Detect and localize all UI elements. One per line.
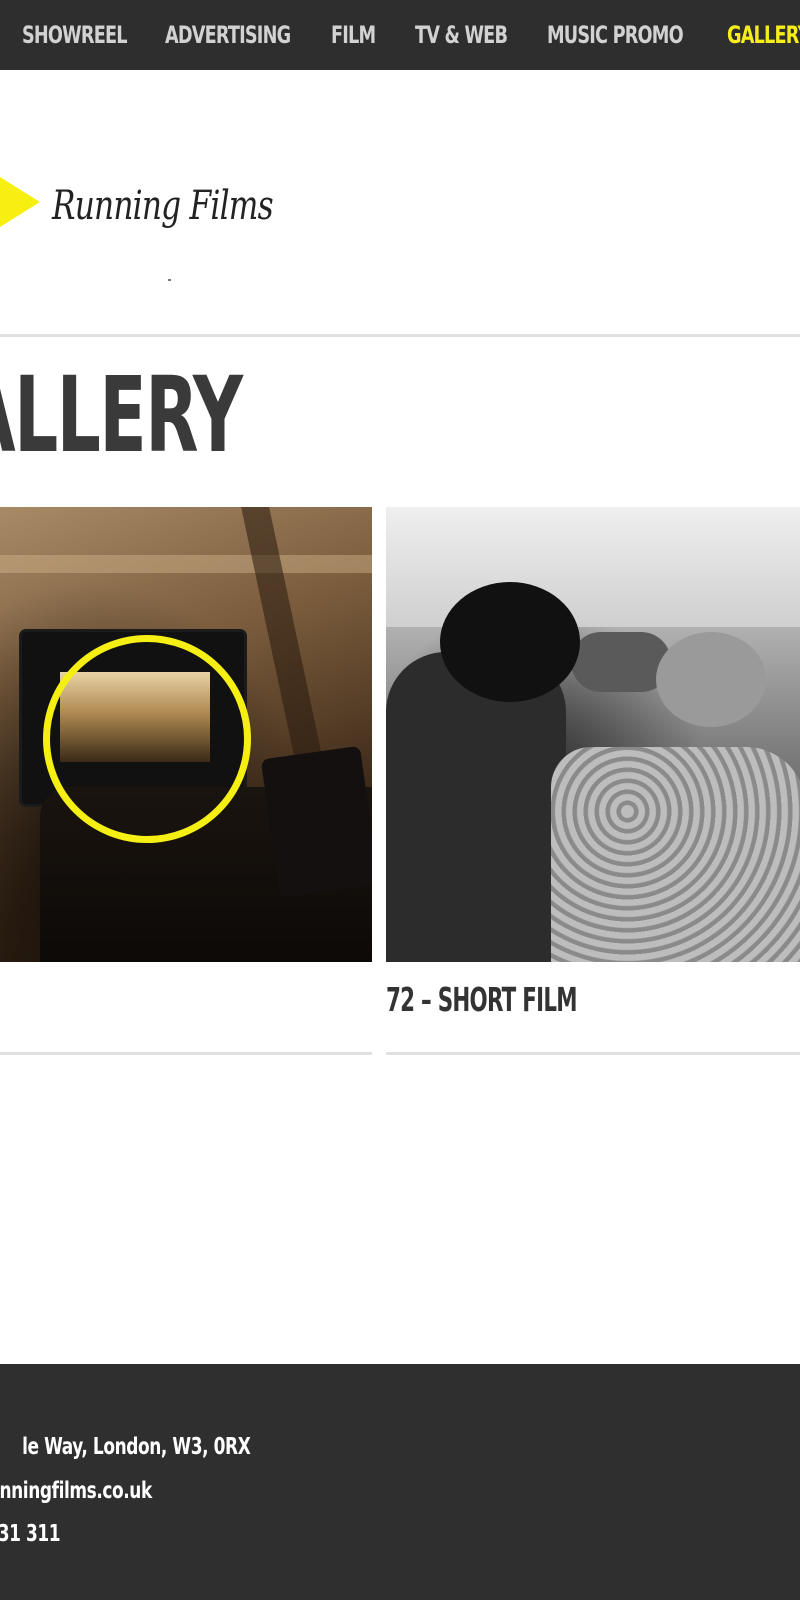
gallery-caption-short-film[interactable]: 72 – SHORT FILM <box>386 978 578 1022</box>
footer: le Way, London, W3, 0RX nningfilms.co.uk… <box>0 1364 800 1600</box>
nav-item-showreel[interactable]: SHOWREEL <box>22 15 128 55</box>
footer-email[interactable]: nningfilms.co.uk <box>0 1476 152 1506</box>
nav-item-advertising[interactable]: ADVERTISING <box>165 15 291 55</box>
logo-dot <box>168 279 171 281</box>
tile-divider-2 <box>386 1052 800 1055</box>
person-left-head <box>440 582 580 702</box>
background-wall <box>386 507 800 627</box>
footer-address: le Way, London, W3, 0RX <box>21 1434 251 1460</box>
person-right-head <box>656 632 766 727</box>
gallery-tile-crew-image[interactable] <box>386 507 800 962</box>
nav-item-gallery[interactable]: GALLERY <box>727 15 800 55</box>
header-divider <box>0 334 800 337</box>
camera-body <box>260 745 372 899</box>
logo-play-icon[interactable] <box>0 177 40 227</box>
gallery-tile-camera-image[interactable] <box>0 507 372 962</box>
nav-item-music-promo[interactable]: MUSIC PROMO <box>547 15 684 55</box>
footer-phone: 31 311 <box>0 1521 60 1547</box>
nav-item-film[interactable]: FILM <box>331 15 376 55</box>
person-floral-shirt <box>551 747 800 962</box>
person-left <box>386 652 566 962</box>
logo-text[interactable]: Running Films <box>52 176 274 236</box>
nav-item-tv-web[interactable]: TV & WEB <box>415 15 508 55</box>
tile-divider-1 <box>0 1052 372 1055</box>
background-beam <box>0 555 372 573</box>
yellow-circle-highlight <box>43 635 251 843</box>
top-navigation: SHOWREEL ADVERTISING FILM TV & WEB MUSIC… <box>0 0 800 70</box>
page-title: ALLERY <box>0 354 243 476</box>
